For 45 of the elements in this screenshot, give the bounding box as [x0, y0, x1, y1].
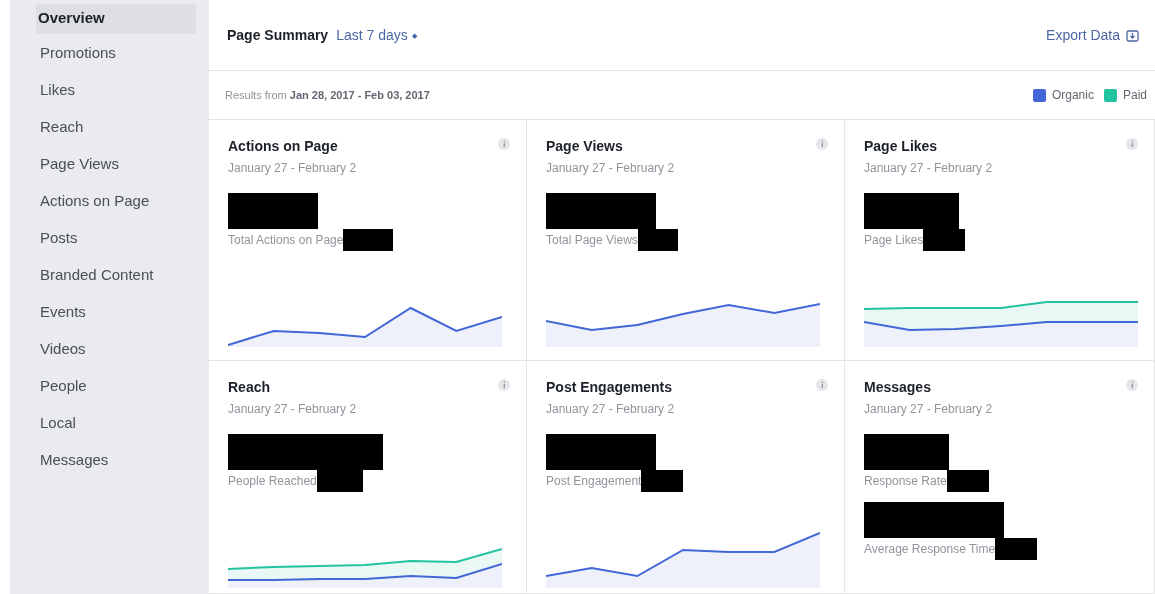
sidebar-item[interactable]: Videos — [38, 337, 196, 374]
sidebar-item[interactable]: People — [38, 374, 196, 411]
info-icon[interactable] — [498, 138, 510, 150]
sidebar-item[interactable]: Events — [38, 300, 196, 337]
metric-label: Response Rate — [864, 474, 947, 488]
metric-label: Page Likes — [864, 233, 924, 247]
card-dates: January 27 - February 2 — [228, 161, 358, 175]
sidebar-item[interactable]: Promotions — [38, 41, 196, 78]
card-dates: January 27 - February 2 — [864, 161, 994, 175]
export-data-link[interactable]: Export Data — [1046, 27, 1139, 43]
sidebar-item[interactable]: Actions on Page — [38, 189, 196, 226]
sidebar-item[interactable]: Overview — [36, 4, 196, 34]
metric-label: Total Page Views — [546, 233, 638, 247]
info-icon[interactable] — [816, 379, 828, 391]
card-title: Messages — [864, 379, 931, 395]
metric-label: Average Response Time — [864, 542, 996, 556]
sidebar-item[interactable]: Likes — [38, 78, 196, 115]
sidebar-item[interactable]: Branded Content — [38, 263, 196, 300]
download-icon — [1126, 28, 1139, 42]
sidebar-item[interactable]: Page Views — [38, 152, 196, 189]
sidebar-item[interactable]: Posts — [38, 226, 196, 263]
results-range: Results from Jan 28, 2017 - Feb 03, 2017 — [225, 89, 430, 101]
sidebar-item[interactable]: Messages — [38, 448, 196, 485]
card-title: Actions on Page — [228, 138, 338, 154]
info-icon[interactable] — [1126, 379, 1138, 391]
card-dates: January 27 - February 2 — [864, 402, 994, 416]
card-title: Post Engagements — [546, 379, 673, 395]
sidebar-item[interactable]: Reach — [38, 115, 196, 152]
card-dates: January 27 - February 2 — [546, 161, 676, 175]
card-dates: January 27 - February 2 — [228, 402, 358, 416]
info-icon[interactable] — [498, 379, 510, 391]
card-dates: January 27 - February 2 — [546, 402, 676, 416]
legend-label: Paid — [1122, 88, 1147, 102]
card-title: Reach — [228, 379, 271, 395]
info-icon[interactable] — [816, 138, 828, 150]
card-title: Page Views — [546, 138, 623, 154]
redaction-block — [343, 229, 394, 251]
sidebar-item[interactable]: Local — [38, 411, 196, 448]
page-summary-title: Page Summary — [227, 27, 329, 43]
metric-label: Total Actions on Page — [228, 233, 344, 247]
metric-label: People Reached — [228, 474, 317, 488]
metric-label: Post Engagement — [546, 474, 642, 488]
info-icon[interactable] — [1126, 138, 1138, 150]
card-title: Page Likes — [864, 138, 938, 154]
legend-label: Organic — [1051, 88, 1094, 102]
